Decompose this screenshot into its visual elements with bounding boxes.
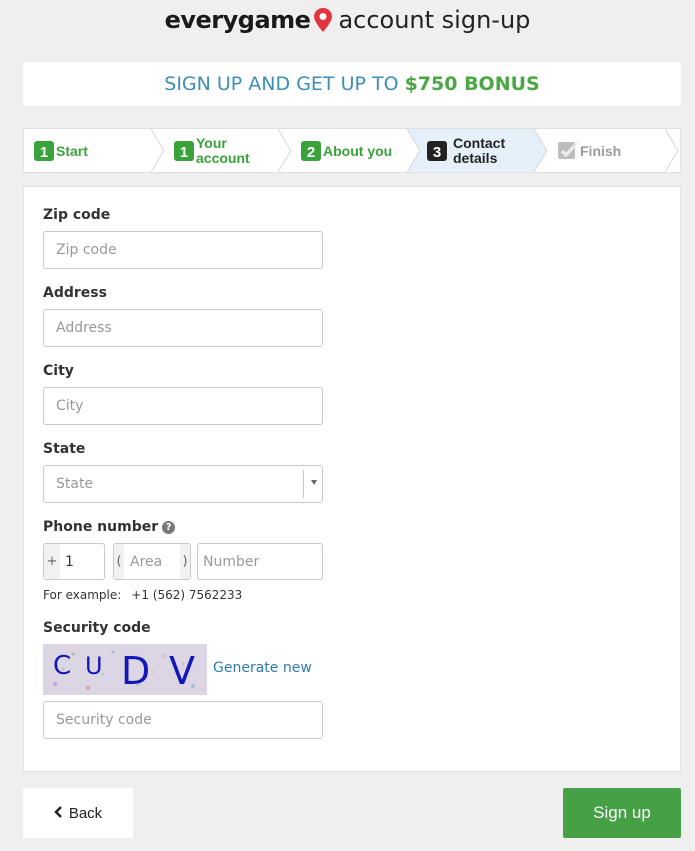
signup-progress-steps: 1 Start 1 Your account 2 About you 3 Con… xyxy=(23,128,681,173)
select-divider xyxy=(303,470,304,498)
plus-sign: + xyxy=(44,544,60,579)
step-number: 2 xyxy=(307,144,315,161)
step-number: 3 xyxy=(433,144,441,161)
step-start[interactable]: 1 Start xyxy=(24,129,152,172)
phone-example-value: +1 (562) 7562233 xyxy=(131,588,243,602)
back-button[interactable]: Back xyxy=(23,788,133,838)
help-icon[interactable]: ? xyxy=(162,521,176,534)
phone-number-field[interactable] xyxy=(197,543,323,580)
back-button-label: Back xyxy=(68,804,103,822)
step-number: 1 xyxy=(40,144,48,161)
step-divider-icon xyxy=(534,129,548,172)
step-label: Start xyxy=(56,143,88,159)
phone-example: For example: +1 (562) 7562233 xyxy=(43,588,242,602)
state-label: State xyxy=(43,441,86,457)
city-input[interactable] xyxy=(43,387,323,425)
captcha-char: U xyxy=(85,652,103,680)
step-label: Contact details xyxy=(453,135,506,166)
location-pin-icon xyxy=(313,7,333,33)
bonus-amount: $750 BONUS xyxy=(404,73,540,95)
step-label: Your account xyxy=(196,135,250,166)
bonus-banner: SIGN UP AND GET UP TO $750 BONUS xyxy=(23,62,681,106)
phone-number-label-text: Phone number xyxy=(43,519,159,535)
phone-example-label: For example: xyxy=(43,588,122,602)
brand-logo-text: everygame xyxy=(164,6,311,34)
phone-number-label: Phone number? xyxy=(43,519,176,535)
area-open-paren: ( xyxy=(114,544,124,579)
country-code-field[interactable]: + xyxy=(43,543,105,580)
step-about-you[interactable]: 2 About you xyxy=(291,129,407,172)
area-code-field[interactable]: ( ) xyxy=(113,543,191,580)
country-code-input[interactable] xyxy=(65,544,101,579)
state-select[interactable]: State xyxy=(43,465,323,503)
contact-details-form: Zip code Address City State State Phone … xyxy=(23,186,681,772)
bonus-banner-text: SIGN UP AND GET UP TO xyxy=(164,73,405,95)
page-header: everygame account sign-up xyxy=(0,6,695,40)
captcha-char: C xyxy=(53,651,71,681)
page-title: account sign-up xyxy=(338,6,531,34)
step-finish: Finish xyxy=(548,129,666,172)
step-contact-details[interactable]: 3 Contact details xyxy=(407,129,534,172)
step-number-icon: 1 xyxy=(174,141,194,164)
step-divider-icon xyxy=(151,129,165,172)
step-your-account[interactable]: 1 Your account xyxy=(164,129,278,172)
security-code-input[interactable] xyxy=(43,701,323,739)
address-input[interactable] xyxy=(43,309,323,347)
sign-up-button[interactable]: Sign up xyxy=(563,788,681,838)
chevron-down-icon xyxy=(311,480,317,485)
phone-number-input[interactable] xyxy=(203,544,319,579)
captcha-char: V xyxy=(169,649,195,693)
zip-code-input[interactable] xyxy=(43,231,323,269)
area-code-input[interactable] xyxy=(130,544,176,579)
security-code-label: Security code xyxy=(43,620,151,636)
chevron-left-icon xyxy=(54,805,63,822)
state-select-value: State xyxy=(56,476,94,492)
address-label: Address xyxy=(43,285,107,301)
step-divider-icon xyxy=(278,129,292,172)
generate-new-captcha-link[interactable]: Generate new xyxy=(213,660,312,676)
step-divider-icon xyxy=(665,129,679,172)
step-label: Finish xyxy=(580,143,622,159)
captcha-char: D xyxy=(121,649,150,693)
step-number: 1 xyxy=(180,144,188,161)
step-number-icon: 2 xyxy=(301,141,321,164)
step-divider-icon xyxy=(407,129,421,172)
captcha-image: C U D V xyxy=(43,644,207,695)
checkmark-icon xyxy=(558,141,579,164)
step-number-icon: 3 xyxy=(427,141,447,164)
city-label: City xyxy=(43,363,74,379)
step-label: About you xyxy=(323,143,393,159)
step-number-icon: 1 xyxy=(34,141,54,164)
zip-code-label: Zip code xyxy=(43,207,111,223)
area-close-paren: ) xyxy=(180,544,190,579)
